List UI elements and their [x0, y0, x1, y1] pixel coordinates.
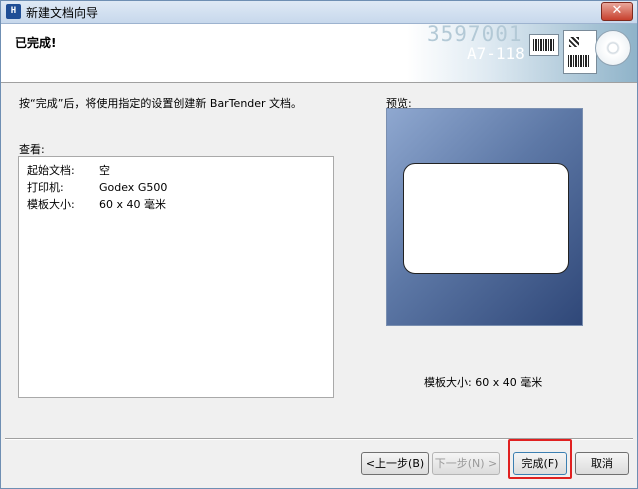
barcode-label-icon — [529, 34, 559, 56]
banner-number: 3597001 — [427, 24, 523, 46]
summary-value: Godex G500 — [99, 181, 168, 194]
title-bar: H 新建文档向导 ✕ — [1, 1, 637, 24]
qr-label-icon — [563, 30, 597, 74]
summary-list[interactable]: 起始文档: 空 打印机: Godex G500 模板大小: 60 x 40 毫米 — [18, 156, 334, 398]
finish-highlight-box — [508, 439, 572, 479]
summary-row-template-size: 模板大小: 60 x 40 毫米 — [27, 196, 166, 212]
summary-key: 模板大小: — [27, 198, 75, 211]
summary-value: 60 x 40 毫米 — [99, 198, 166, 211]
summary-value: 空 — [99, 164, 110, 177]
disc-icon — [595, 30, 631, 66]
next-button[interactable]: 下一步(N) > — [432, 452, 500, 475]
preview-panel — [386, 108, 583, 326]
bartender-app-icon: H — [6, 4, 21, 19]
back-button[interactable]: <上一步(B) — [361, 452, 429, 475]
window-title: 新建文档向导 — [26, 6, 99, 20]
header-banner-image: 3597001 A7-118 — [407, 24, 637, 82]
close-button[interactable]: ✕ — [601, 2, 633, 21]
banner-code: A7-118 — [467, 44, 525, 63]
summary-row-printer: 打印机: Godex G500 — [27, 179, 167, 195]
preview-size-label: 模板大小: — [424, 376, 472, 389]
summary-key: 起始文档: — [27, 164, 75, 177]
page-title: 已完成! — [15, 36, 57, 50]
summary-key: 打印机: — [27, 181, 64, 194]
cancel-button[interactable]: 取消 — [575, 452, 629, 475]
instruction-text: 按“完成”后，将使用指定的设置创建新 BarTender 文档。 — [19, 97, 303, 110]
wizard-window: H 新建文档向导 ✕ 已完成! 3597001 A7-118 按“完成”后，将使… — [0, 0, 638, 489]
summary-label: 查看: — [19, 143, 45, 156]
wizard-header: 已完成! 3597001 A7-118 — [1, 24, 637, 83]
preview-size-info: 模板大小: 60 x 40 毫米 — [424, 374, 542, 390]
preview-label-shape — [403, 163, 569, 274]
preview-size-value: 60 x 40 毫米 — [475, 376, 543, 389]
summary-row-start-document: 起始文档: 空 — [27, 162, 110, 178]
